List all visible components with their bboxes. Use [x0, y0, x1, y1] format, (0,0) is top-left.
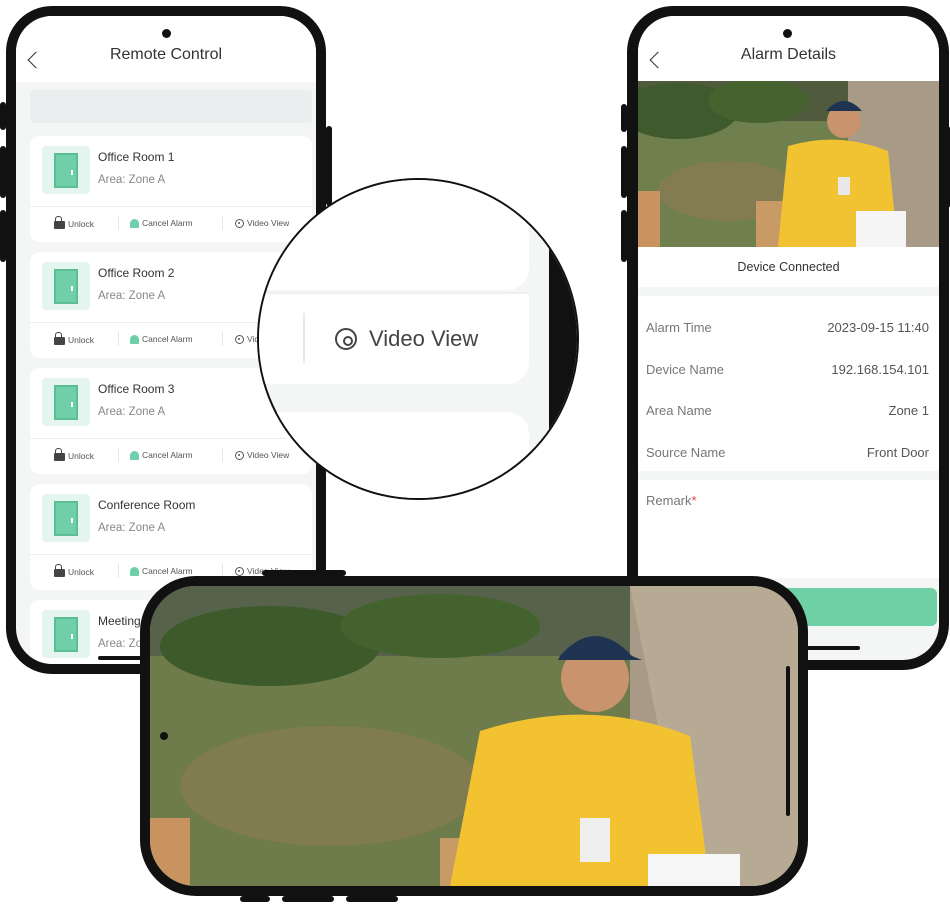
action-separator — [222, 216, 223, 230]
live-video-feed — [150, 586, 798, 886]
connection-status: Device Connected — [638, 247, 939, 287]
magnifier-callout: Video View — [257, 178, 579, 500]
volume-down-button — [621, 210, 627, 262]
cancel-alarm-button[interactable]: Cancel Alarm — [130, 566, 193, 576]
delivery-person-photo — [638, 81, 939, 247]
mute-switch — [621, 104, 627, 132]
action-separator — [118, 332, 119, 346]
required-marker: * — [691, 493, 697, 508]
volume-down-button — [346, 896, 398, 902]
mute-switch — [0, 102, 6, 130]
front-camera — [162, 29, 171, 38]
room-area: Area: Zone A — [98, 406, 166, 418]
door-icon — [42, 494, 90, 542]
detail-label: Alarm Time — [646, 320, 712, 335]
detail-row-area-name: Area Name Zone 1 — [646, 403, 929, 423]
detail-row-device-name: Device Name 192.168.154.101 — [646, 362, 929, 382]
card-divider — [30, 554, 312, 555]
room-name: Office Room 3 — [98, 382, 175, 396]
detail-value: 192.168.154.101 — [831, 362, 929, 377]
magnified-separator — [303, 313, 305, 363]
power-button — [262, 570, 346, 576]
alarm-details-screen: Alarm Details Device Connected Alarm Tim… — [638, 16, 939, 660]
camera-icon — [235, 334, 244, 344]
video-view-button[interactable]: Vid — [235, 334, 259, 344]
alarm-icon — [130, 566, 139, 576]
live-video-screen[interactable] — [150, 586, 798, 886]
detail-row-source-name: Source Name Front Door — [646, 445, 929, 465]
door-icon — [42, 146, 90, 194]
detail-row-alarm-time: Alarm Time 2023-09-15 11:40 — [646, 320, 929, 340]
lock-icon — [54, 448, 65, 461]
alarm-icon — [130, 218, 139, 228]
search-input[interactable] — [30, 90, 312, 123]
camera-icon — [235, 566, 244, 576]
room-area: Area: Zone A — [98, 290, 166, 302]
cancel-alarm-button[interactable]: Cancel Alarm — [130, 218, 193, 228]
volume-down-button — [0, 210, 6, 262]
detail-label: Device Name — [646, 362, 725, 377]
unlock-button[interactable]: Unlock — [54, 448, 94, 461]
phone-video-view — [140, 570, 808, 902]
page-title: Remote Control — [109, 46, 223, 63]
room-area: Area: Zone A — [98, 174, 166, 186]
details-panel: Alarm Time 2023-09-15 11:40 Device Name … — [638, 296, 939, 471]
action-separator — [222, 332, 223, 346]
nav-bar: Remote Control — [16, 16, 316, 82]
action-separator — [118, 448, 119, 462]
unlock-button[interactable]: Unlock — [54, 332, 94, 345]
cancel-alarm-button[interactable]: Cancel Alarm — [130, 450, 193, 460]
camera-icon — [335, 328, 357, 350]
remark-label: Remark* — [646, 493, 697, 508]
room-name: Office Room 1 — [98, 150, 175, 164]
alarm-snapshot-image[interactable] — [638, 81, 939, 247]
camera-icon — [235, 450, 244, 460]
unlock-button[interactable]: Unlock — [54, 216, 94, 229]
door-icon — [42, 262, 90, 310]
magnified-phone-edge — [529, 180, 577, 498]
magnified-video-view-button[interactable]: Video View — [335, 326, 478, 352]
detail-value: Front Door — [866, 445, 929, 460]
door-icon — [42, 378, 90, 426]
phone-alarm-details: Alarm Details Device Connected Alarm Tim… — [621, 6, 950, 670]
room-area: Area: Zone A — [98, 522, 166, 534]
action-separator — [118, 216, 119, 230]
remark-field[interactable]: Remark* — [638, 480, 939, 578]
alarm-icon — [130, 450, 139, 460]
action-separator — [118, 564, 119, 578]
action-separator — [222, 448, 223, 462]
magnified-card-top — [259, 180, 529, 290]
detail-label: Source Name — [646, 445, 726, 460]
unlock-button[interactable]: Unlock — [54, 564, 94, 577]
magnified-card-next — [259, 412, 529, 498]
lock-icon — [54, 216, 65, 229]
room-name: Office Room 2 — [98, 266, 175, 280]
lock-icon — [54, 332, 65, 345]
volume-up-button — [282, 896, 334, 902]
volume-up-button — [621, 146, 627, 198]
detail-value: 2023-09-15 11:40 — [827, 320, 929, 335]
detail-label: Area Name — [646, 403, 712, 418]
alarm-icon — [130, 334, 139, 344]
detail-value: Zone 1 — [888, 403, 929, 418]
page-title: Alarm Details — [740, 46, 837, 63]
door-icon — [42, 610, 90, 658]
mute-switch — [240, 896, 270, 902]
camera-icon — [235, 218, 244, 228]
room-name: Conference Room — [98, 498, 196, 512]
cancel-alarm-button[interactable]: Cancel Alarm — [130, 334, 193, 344]
front-camera — [783, 29, 792, 38]
volume-up-button — [0, 146, 6, 198]
lock-icon — [54, 564, 65, 577]
nav-bar: Alarm Details — [638, 16, 939, 82]
